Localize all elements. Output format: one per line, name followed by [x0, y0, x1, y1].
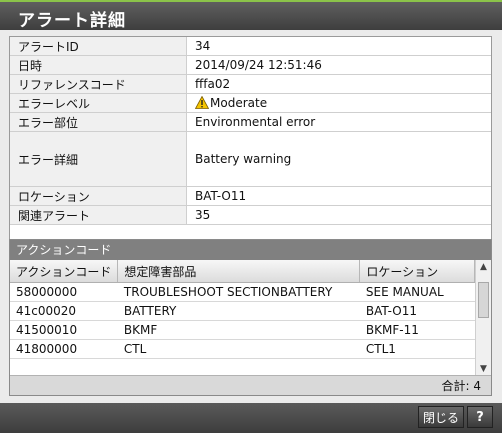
- detail-label: アラートID: [10, 37, 187, 56]
- table-row[interactable]: 58000000 TROUBLESHOOT SECTIONBATTERY SEE M…: [10, 282, 475, 302]
- scroll-up-arrow-icon[interactable]: ▲: [476, 260, 491, 274]
- cell-action-code: 41500010: [10, 320, 118, 340]
- error-level-text: Moderate: [210, 96, 268, 110]
- vertical-scrollbar[interactable]: ▲ ▼: [475, 260, 491, 376]
- detail-row-error-part: エラー部位 Environmental error: [10, 112, 491, 132]
- detail-label: エラー部位: [10, 112, 187, 132]
- detail-label: エラーレベル: [10, 93, 187, 113]
- action-code-panel: アクションコード アクションコード 想定障害部品 ロケーション 58000000…: [9, 239, 492, 396]
- detail-label: 日時: [10, 55, 187, 75]
- alert-details-table: アラートID 34 日時 2014/09/24 12:51:46 リファレンスコード…: [9, 36, 492, 258]
- cell-part: CTL: [117, 339, 360, 359]
- detail-label: 関連アラート: [10, 205, 187, 225]
- detail-row-location: ロケーション BAT-O11: [10, 186, 491, 206]
- detail-label: ロケーション: [10, 186, 187, 206]
- column-header-location[interactable]: ロケーション: [359, 260, 475, 283]
- detail-row-related-alert: 関連アラート 35: [10, 205, 491, 225]
- cell-location: BKMF-11: [359, 320, 475, 340]
- cell-location: SEE MANUAL: [359, 282, 475, 302]
- cell-part: TROUBLESHOOT SECTIONBATTERY: [117, 282, 360, 302]
- detail-value: fffa02: [186, 74, 491, 94]
- table-row[interactable]: 41500010 BKMF BKMF-11: [10, 320, 475, 340]
- detail-label: エラー詳細: [10, 131, 187, 187]
- dialog-title: アラート詳細: [18, 11, 126, 31]
- help-button[interactable]: ?: [467, 406, 493, 428]
- detail-row-reference-code: リファレンスコード fffa02: [10, 74, 491, 94]
- scroll-down-arrow-icon[interactable]: ▼: [476, 362, 491, 376]
- total-count: 合計: 4: [10, 375, 491, 395]
- detail-value-error-level: Moderate: [186, 93, 491, 113]
- cell-location: BAT-O11: [359, 301, 475, 321]
- scroll-thumb[interactable]: [478, 282, 489, 318]
- detail-value: 35: [186, 205, 491, 225]
- action-code-grid: アクションコード 想定障害部品 ロケーション 58000000 TROUBLESH…: [10, 260, 491, 376]
- detail-value: BAT-O11: [186, 186, 491, 206]
- column-header-suspected-part[interactable]: 想定障害部品: [117, 260, 361, 283]
- table-row[interactable]: 41800000 CTL CTL1: [10, 339, 475, 359]
- dialog-content: アラートID 34 日時 2014/09/24 12:51:46 リファレンスコード…: [0, 30, 502, 403]
- alert-detail-dialog: アラート詳細 アラートID 34 日時 2014/09/24 12:51:46 リフ…: [0, 0, 502, 433]
- column-header-action-code[interactable]: アクションコード: [10, 260, 119, 283]
- button-bar: 閉じる ?: [0, 403, 502, 433]
- detail-row-datetime: 日時 2014/09/24 12:51:46: [10, 55, 491, 75]
- cell-action-code: 41c00020: [10, 301, 118, 321]
- detail-value: 2014/09/24 12:51:46: [186, 55, 491, 75]
- table-row[interactable]: 41c00020 BATTERY BAT-O11: [10, 301, 475, 321]
- cell-action-code: 58000000: [10, 282, 118, 302]
- grid-header-row: アクションコード 想定障害部品 ロケーション: [10, 260, 475, 283]
- close-button[interactable]: 閉じる: [418, 406, 464, 428]
- detail-row-alert-id: アラートID 34: [10, 37, 491, 56]
- detail-row-error-level: エラーレベル Moderate: [10, 93, 491, 113]
- title-bar: アラート詳細: [0, 0, 502, 31]
- action-code-panel-title: アクションコード: [10, 240, 491, 260]
- cell-part: BKMF: [117, 320, 360, 340]
- detail-value: Environmental error: [186, 112, 491, 132]
- detail-value: 34: [186, 37, 491, 56]
- cell-action-code: 41800000: [10, 339, 118, 359]
- cell-part: BATTERY: [117, 301, 360, 321]
- detail-row-error-detail: エラー詳細 Battery warning: [10, 131, 491, 187]
- detail-value: Battery warning: [186, 131, 491, 187]
- warning-icon: [195, 96, 209, 109]
- detail-label: リファレンスコード: [10, 74, 187, 94]
- cell-location: CTL1: [359, 339, 475, 359]
